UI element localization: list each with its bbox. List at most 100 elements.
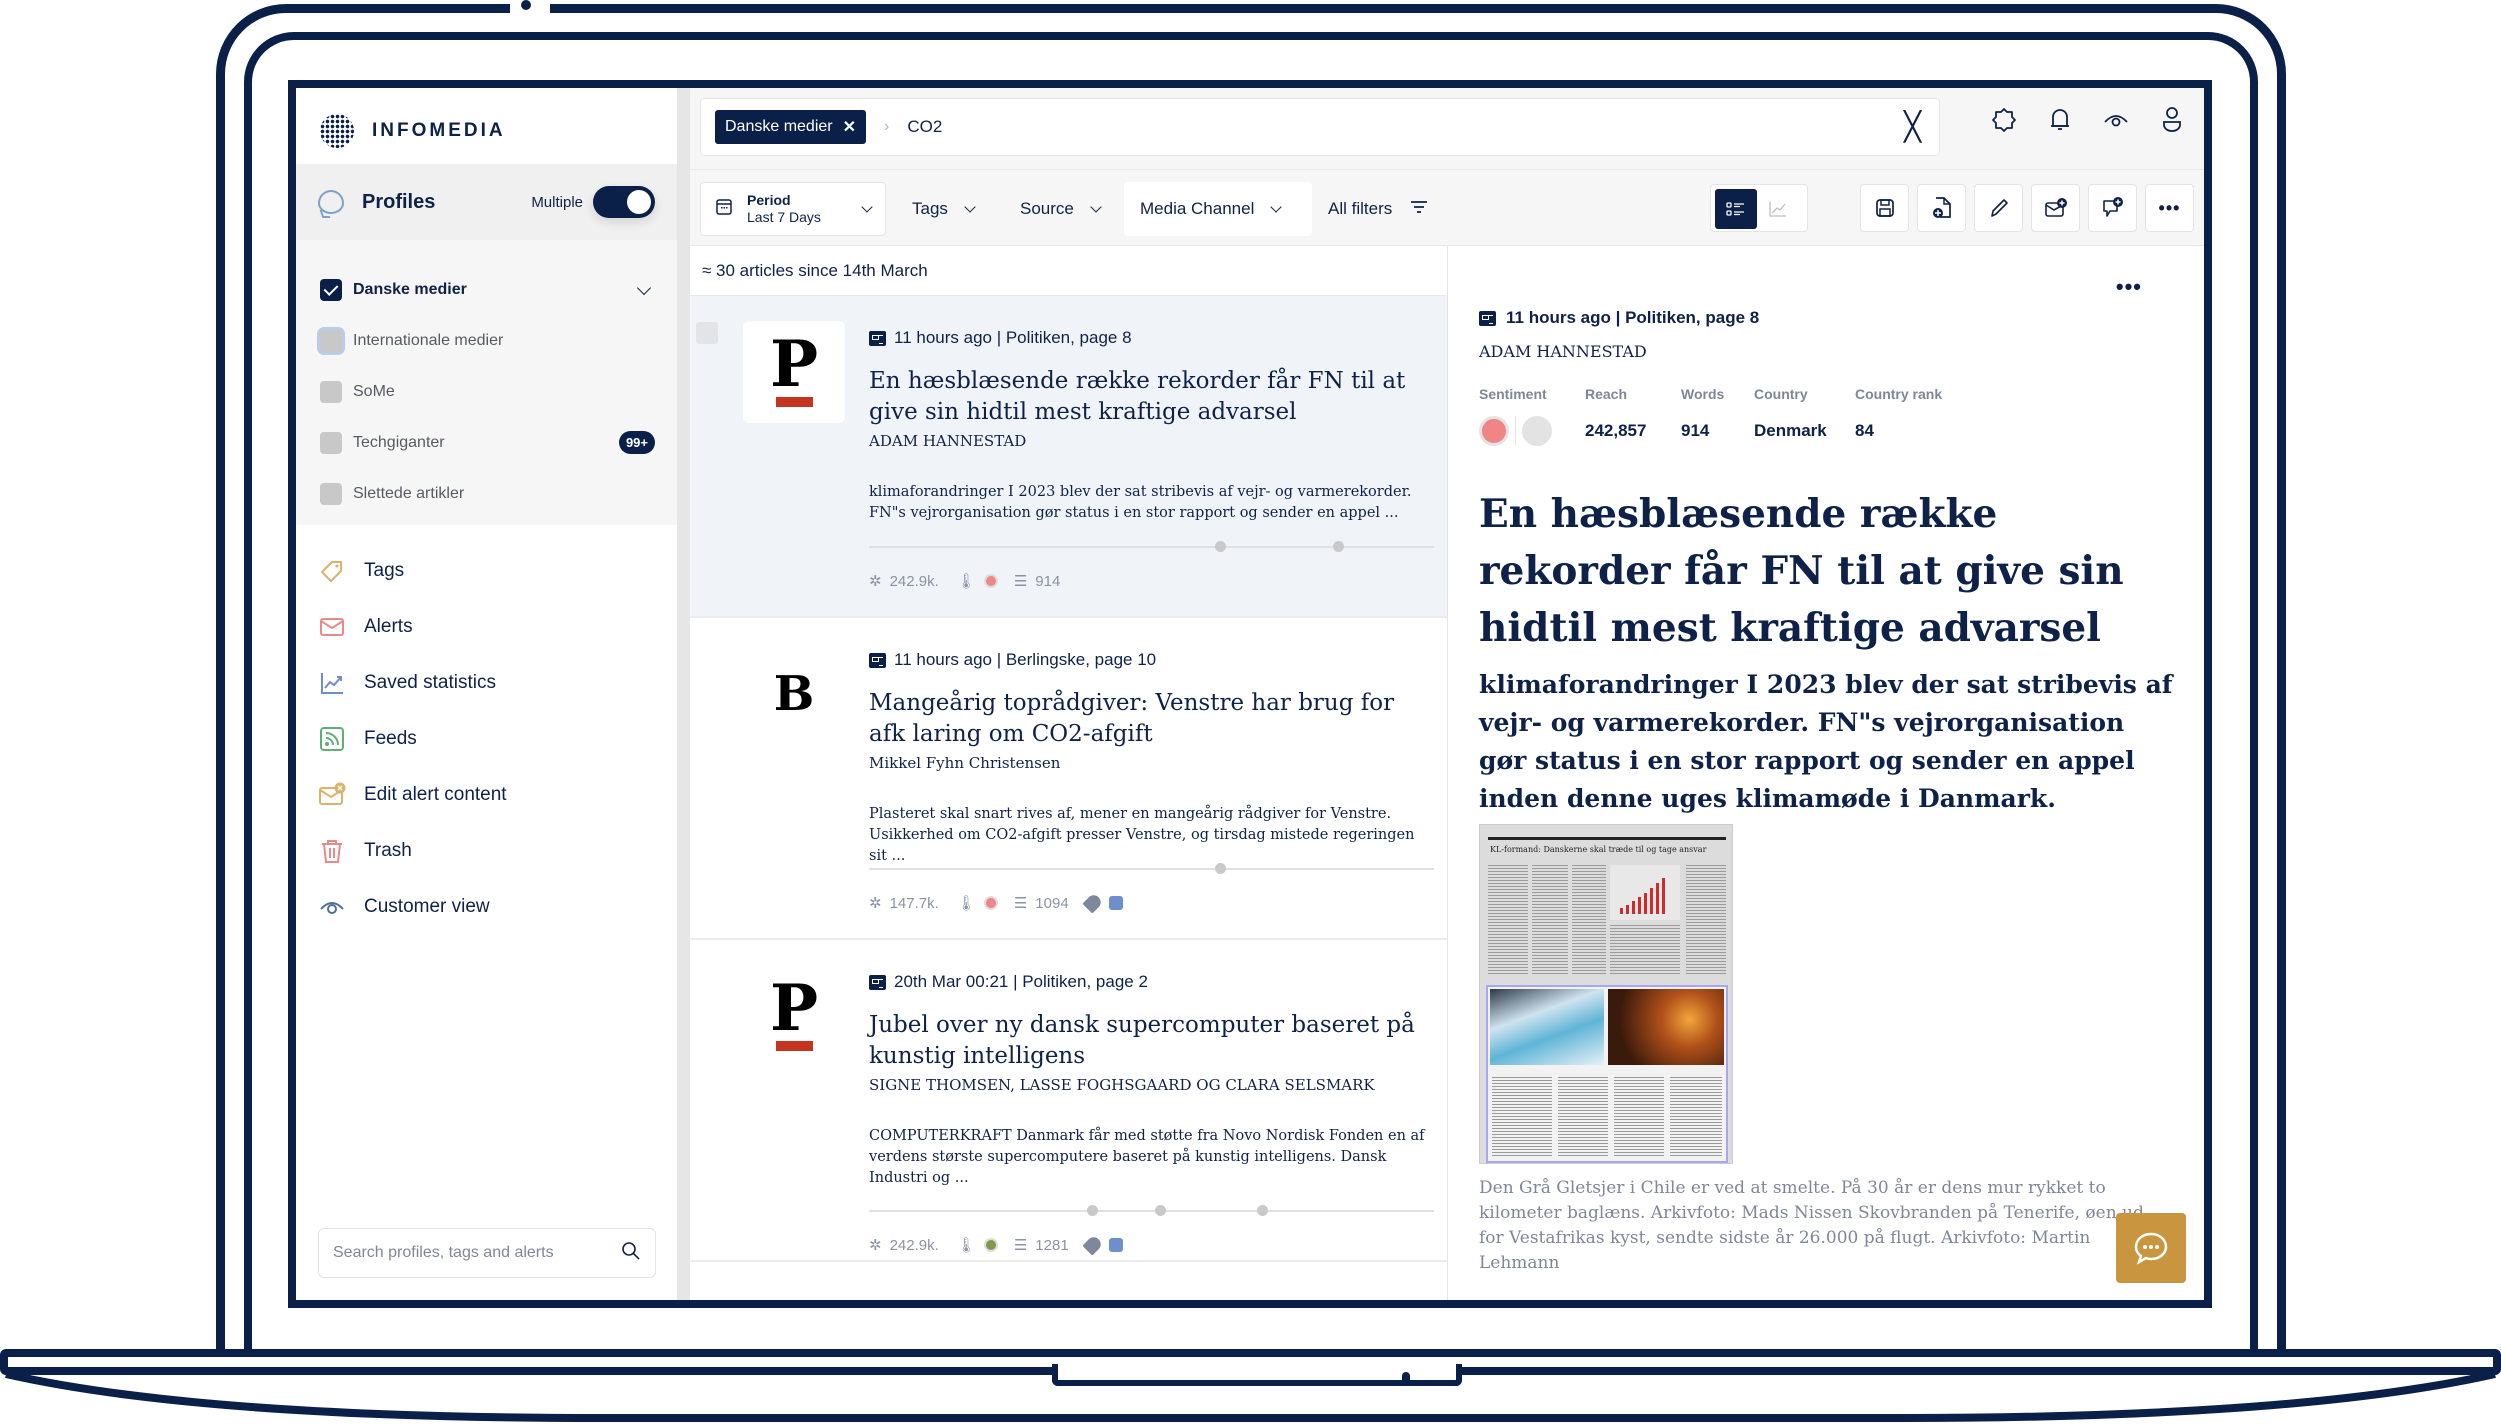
page-text-column	[1492, 1077, 1552, 1157]
media-channel-filter[interactable]: Media Channel	[1124, 182, 1312, 236]
words-icon: ☰	[1013, 1237, 1028, 1254]
newspaper-page-thumbnail[interactable]: KL-formand: Danskerne skal træde til og …	[1479, 824, 1733, 1164]
tag-icon	[318, 557, 346, 585]
checkbox-checked[interactable]	[320, 278, 342, 301]
timeline-point	[1257, 1205, 1268, 1216]
sentiment-dot	[983, 896, 998, 910]
profile-item-slettede-artikler[interactable]: Slettede artikler	[296, 468, 677, 519]
sidebar: INFOMEDIA Profiles Multiple Danske medie…	[296, 88, 677, 1300]
trash-icon	[318, 837, 346, 865]
nav-label: Trash	[364, 840, 412, 861]
count-badge: 99+	[618, 431, 655, 454]
detail-meta: 11 hours ago | Politiken, page 8	[1479, 308, 1759, 328]
politiken-logo-letter: P	[769, 971, 819, 1046]
chevron-down-icon	[1090, 201, 1102, 213]
all-filters-button[interactable]: All filters	[1312, 182, 1444, 236]
sidebar-item-alerts[interactable]: Alerts	[296, 599, 677, 655]
article-title[interactable]: En hæsblæsende række rekorder får FN til…	[869, 366, 1429, 428]
laptop-notch	[1052, 1364, 1462, 1386]
eye-icon[interactable]	[2102, 106, 2130, 134]
profile-item-some[interactable]: SoMe	[296, 366, 677, 417]
timeline-point	[1155, 1205, 1166, 1216]
add-comment-button[interactable]	[2088, 184, 2137, 232]
glacier-photo	[1490, 989, 1604, 1065]
timeline-point	[1333, 541, 1344, 552]
article-title[interactable]: Jubel over ny dansk supercomputer basere…	[869, 1010, 1429, 1072]
query-box[interactable]: Danske medier ✕ › CO2 ╳	[700, 98, 1940, 156]
multiple-toggle[interactable]	[593, 186, 655, 218]
edit-button[interactable]	[1974, 184, 2023, 232]
bell-icon[interactable]	[2046, 106, 2074, 134]
media-channel-label: Media Channel	[1140, 199, 1255, 218]
profile-chip[interactable]: Danske medier ✕	[715, 110, 867, 144]
checkbox[interactable]	[320, 329, 342, 352]
logo[interactable]: INFOMEDIA	[320, 106, 506, 156]
sidebar-item-feeds[interactable]: Feeds	[296, 711, 677, 767]
detail-more-icon[interactable]: •••	[2116, 274, 2142, 300]
chevron-down-icon[interactable]	[636, 280, 652, 295]
article-timeline	[869, 1205, 1434, 1216]
profile-label: SoMe	[353, 382, 395, 400]
column-divider[interactable]	[677, 88, 690, 1300]
save-button[interactable]	[1860, 184, 1909, 232]
sidebar-item-trash[interactable]: Trash	[296, 823, 677, 879]
checkbox[interactable]	[320, 431, 342, 454]
period-filter[interactable]: Period Last 7 Days	[700, 182, 886, 236]
chat-support-button[interactable]	[2116, 1213, 2186, 1283]
profile-list: Danske medier Internationale medier SoMe…	[296, 240, 677, 525]
article-title[interactable]: Mangeårig toprådgiver: Venstre har brug …	[869, 688, 1429, 750]
profile-item-internationale-medier[interactable]: Internationale medier	[296, 315, 677, 366]
chip-remove-icon[interactable]: ✕	[843, 117, 856, 137]
add-document-button[interactable]	[1917, 184, 1966, 232]
floppy-disk-icon	[1875, 199, 1894, 217]
sidebar-item-customer-view[interactable]: Customer view	[296, 879, 677, 935]
list-view-button[interactable]	[1715, 189, 1757, 229]
sidebar-item-edit-alert-content[interactable]: Edit alert content	[296, 767, 677, 823]
thermometer-icon: 🌡︎	[956, 1237, 976, 1254]
more-options-button[interactable]: •••	[2145, 184, 2194, 232]
chat-dots-icon	[2134, 1232, 2168, 1265]
chart-line-icon	[318, 669, 346, 697]
reach-icon: ✲	[869, 1237, 882, 1254]
article-row[interactable]: P 11 hours ago | Politiken, page 8 En hæ…	[690, 296, 1447, 618]
sentiment-negative-button[interactable]	[1479, 416, 1509, 446]
tags-filter[interactable]: Tags	[896, 182, 990, 236]
article-checkbox[interactable]	[696, 322, 718, 344]
page-text-column	[1558, 1077, 1608, 1157]
article-meta-text: 11 hours ago | Politiken, page 8	[894, 328, 1132, 347]
breadcrumb-chevron-icon: ›	[884, 118, 890, 135]
profile-item-danske-medier[interactable]: Danske medier	[296, 264, 677, 315]
add-alert-button[interactable]	[2031, 184, 2080, 232]
settings-gear-icon[interactable]	[1990, 106, 2018, 134]
sentiment-dot	[983, 1238, 998, 1252]
article-timeline	[869, 863, 1434, 874]
query-text[interactable]: CO2	[907, 117, 942, 137]
newspaper-icon	[869, 330, 886, 346]
article-row[interactable]: P 20th Mar 00:21 | Politiken, page 2 Jub…	[690, 940, 1447, 1262]
words-value: 914	[1035, 572, 1061, 590]
checkbox[interactable]	[320, 482, 342, 505]
source-filter[interactable]: Source	[1004, 182, 1116, 236]
page-chart-bar	[1638, 897, 1641, 914]
timeline-point	[1215, 541, 1226, 552]
article-meta-text: 11 hours ago | Berlingske, page 10	[894, 650, 1157, 669]
checkbox[interactable]	[320, 380, 342, 403]
search-icon[interactable]	[621, 1241, 641, 1266]
nav-label: Customer view	[364, 896, 490, 917]
article-meta: 11 hours ago | Berlingske, page 10	[869, 650, 1156, 670]
user-icon[interactable]	[2158, 106, 2186, 134]
detail-lead: klimaforandringer I 2023 blev der sat st…	[1479, 670, 2173, 813]
profile-item-techgiganter[interactable]: Techgiganter 99+	[296, 417, 677, 468]
page-chart-bar	[1644, 893, 1647, 914]
article-row[interactable]: B 11 hours ago | Berlingske, page 10 Man…	[690, 618, 1447, 940]
sidebar-item-saved-statistics[interactable]: Saved statistics	[296, 655, 677, 711]
chart-view-button[interactable]	[1757, 189, 1799, 229]
words-icon: ☰	[1013, 895, 1028, 912]
sidebar-item-tags[interactable]: Tags	[296, 543, 677, 599]
filter-bar: Period Last 7 Days Tags Source Media Cha…	[690, 170, 2204, 246]
page-chart	[1610, 865, 1680, 920]
sentiment-neutral-button[interactable]	[1522, 416, 1552, 446]
reach-value: 242.9k.	[889, 1236, 939, 1254]
sidebar-search-input[interactable]	[333, 1244, 621, 1262]
clear-query-icon[interactable]: ╳	[1904, 113, 1921, 141]
